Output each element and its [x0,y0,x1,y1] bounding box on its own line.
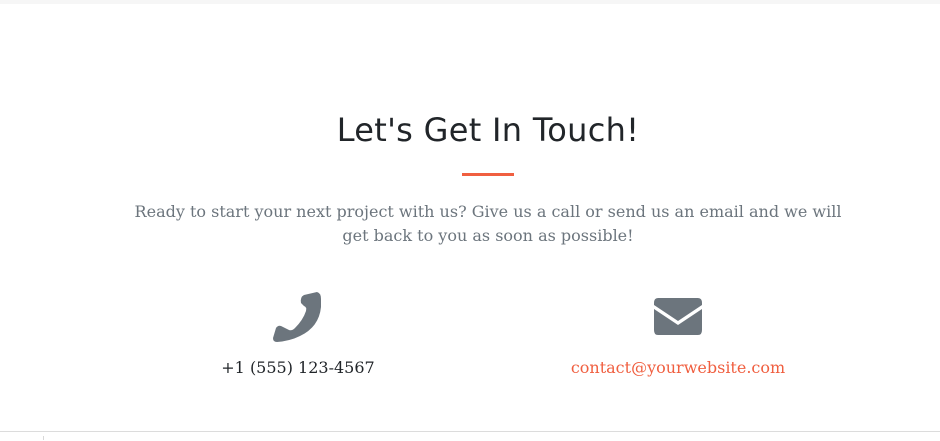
envelope-icon [538,290,818,344]
bottom-edge-mark [43,436,44,440]
section-heading: Let's Get In Touch! [336,111,640,149]
section-lead-text: Ready to start your next project with us… [134,202,842,245]
phone-icon [158,290,438,344]
phone-contact: +1 (555) 123-4567 [158,290,438,380]
email-link[interactable]: contact@yourwebsite.com [538,356,818,380]
email-contact: contact@yourwebsite.com [538,290,818,380]
heading-divider [462,173,514,176]
section-bottom-border [0,431,940,432]
phone-number: +1 (555) 123-4567 [221,358,375,377]
